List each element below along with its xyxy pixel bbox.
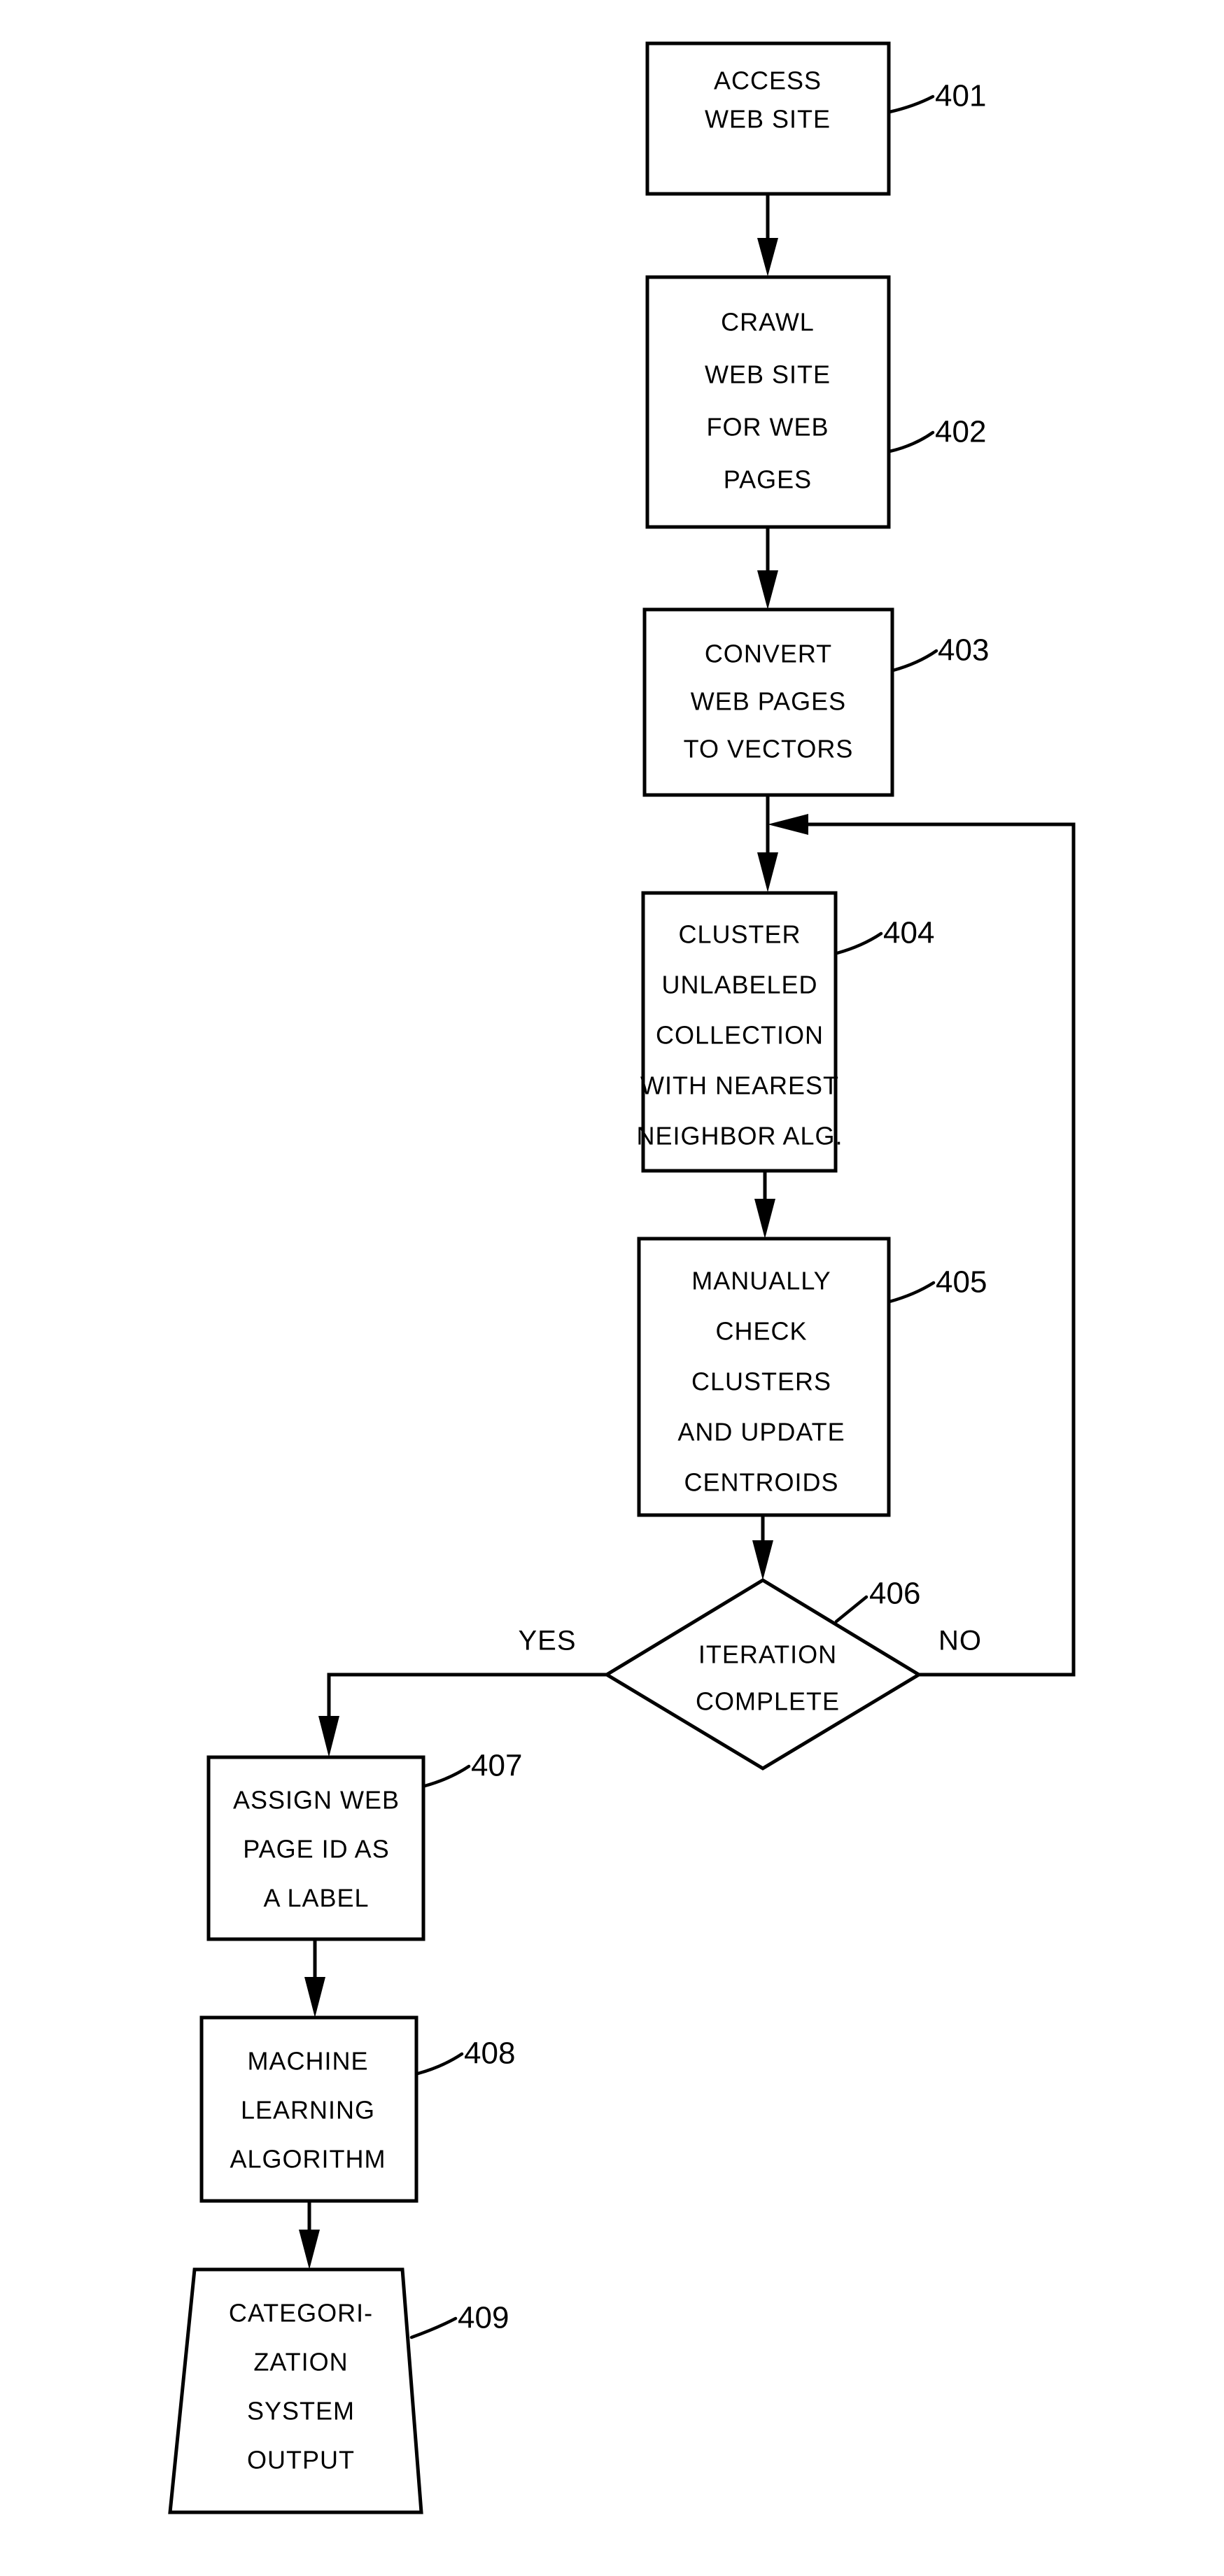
node-401-line-1: WEB SITE (705, 105, 831, 134)
ref-403-label: 403 (938, 633, 989, 668)
edge-402-403-arrowhead (757, 570, 778, 610)
node-404-line-1: UNLABELED (661, 971, 817, 999)
ref-callout-405: 405 (887, 1265, 987, 1304)
edge-403-404-arrowhead (757, 852, 778, 892)
node-409-line-0: CATEGORI- (229, 2299, 373, 2328)
branch-label-no: NO (938, 1626, 982, 1656)
node-408-line-2: ALGORITHM (230, 2145, 386, 2174)
ref-406-leader (834, 1595, 868, 1624)
node-404-line-4: NEIGHBOR ALG. (636, 1122, 843, 1150)
edge-405-406-arrowhead (752, 1540, 773, 1580)
ref-407-label: 407 (471, 1749, 522, 1783)
node-406-line-0: ITERATION (698, 1640, 837, 1669)
ref-408-label: 408 (464, 2036, 515, 2071)
edge-406-407-yes-arrowhead (318, 1716, 339, 1757)
node-404[interactable]: CLUSTER UNLABELED COLLECTION WITH NEARES… (636, 891, 843, 1173)
node-408[interactable]: MACHINE LEARNING ALGORITHM (199, 2015, 418, 2203)
node-405-line-1: CHECK (715, 1317, 807, 1346)
node-406-line-1: COMPLETE (696, 1687, 840, 1716)
ref-callout-401: 401 (887, 79, 986, 114)
node-409-line-1: ZATION (253, 2348, 348, 2377)
edge-408-409 (299, 2201, 320, 2269)
edge-404-405 (754, 1171, 775, 1239)
node-407-line-0: ASSIGN WEB (233, 1786, 400, 1815)
node-402-line-1: WEB SITE (705, 360, 831, 389)
node-402-line-2: FOR WEB (707, 413, 829, 442)
node-408-line-0: MACHINE (247, 2047, 368, 2076)
node-405-line-4: CENTROIDS (684, 1468, 838, 1497)
node-405[interactable]: MANUALLY CHECK CLUSTERS AND UPDATE CENTR… (637, 1237, 891, 1517)
edge-407-408 (304, 1939, 325, 2018)
node-403-line-0: CONVERT (705, 640, 832, 668)
node-404-line-3: WITH NEAREST (640, 1071, 839, 1100)
node-405-line-3: AND UPDATE (677, 1418, 845, 1447)
ref-callout-407: 407 (423, 1749, 522, 1788)
node-404-line-0: CLUSTER (678, 920, 801, 949)
ref-callout-402: 402 (887, 415, 986, 453)
node-403-line-2: TO VECTORS (684, 735, 854, 763)
edge-406-407-yes-path (327, 1673, 607, 1734)
ref-404-leader (835, 931, 883, 955)
edge-404-405-arrowhead (754, 1199, 775, 1239)
ref-callout-403: 403 (891, 633, 989, 673)
edge-406-404-feedback-arrowhead (768, 814, 808, 835)
node-405-line-2: CLUSTERS (691, 1367, 831, 1396)
ref-402-leader (887, 430, 935, 453)
ref-callout-409: 409 (409, 2301, 509, 2339)
node-405-line-0: MANUALLY (691, 1267, 831, 1295)
node-403[interactable]: CONVERT WEB PAGES TO VECTORS (642, 607, 894, 797)
node-402[interactable]: CRAWL WEB SITE FOR WEB PAGES (645, 275, 891, 529)
ref-408-leader (416, 2052, 464, 2076)
node-409[interactable]: CATEGORI- ZATION SYSTEM OUTPUT (168, 2267, 423, 2514)
ref-401-label: 401 (935, 79, 986, 113)
ref-402-label: 402 (935, 415, 986, 449)
ref-409-label: 409 (458, 2301, 509, 2335)
node-407[interactable]: ASSIGN WEB PAGE ID AS A LABEL (206, 1755, 425, 1941)
node-409-line-2: SYSTEM (247, 2397, 355, 2426)
edge-407-408-arrowhead (304, 1977, 325, 2018)
ref-409-leader (409, 2316, 458, 2339)
node-404-line-2: COLLECTION (656, 1021, 824, 1050)
node-402-line-3: PAGES (724, 465, 812, 494)
node-408-line-1: LEARNING (241, 2096, 375, 2125)
edge-402-403 (757, 527, 778, 610)
edge-401-402 (757, 194, 778, 276)
node-403-line-1: WEB PAGES (691, 687, 846, 716)
edge-401-402-arrowhead (757, 238, 778, 276)
edge-408-409-arrowhead (299, 2230, 320, 2269)
ref-401-leader (887, 94, 935, 114)
ref-405-leader (887, 1281, 936, 1304)
node-409-line-3: OUTPUT (247, 2446, 355, 2475)
node-402-line-0: CRAWL (721, 308, 815, 337)
ref-403-leader (891, 649, 938, 673)
figure-canvas: ACCESS WEB SITE 401 CRAWL WEB SITE FOR W… (0, 0, 1224, 2576)
ref-406-label: 406 (869, 1577, 920, 1611)
ref-callout-404: 404 (835, 916, 934, 955)
node-407-line-2: A LABEL (263, 1884, 369, 1913)
edge-405-406 (752, 1515, 773, 1580)
edge-406-407-yes (318, 1673, 607, 1757)
node-401[interactable]: ACCESS WEB SITE (645, 41, 891, 196)
ref-callout-408: 408 (416, 2036, 515, 2076)
ref-callout-406: 406 (834, 1577, 920, 1624)
node-407-line-1: PAGE ID AS (243, 1835, 389, 1864)
ref-407-leader (423, 1764, 471, 1788)
flowchart-diagram: ACCESS WEB SITE 401 CRAWL WEB SITE FOR W… (168, 41, 1076, 2514)
edge-403-404 (757, 795, 778, 892)
ref-405-label: 405 (936, 1265, 987, 1300)
node-401-line-0: ACCESS (714, 66, 822, 95)
ref-404-label: 404 (883, 916, 934, 950)
branch-label-yes: YES (518, 1626, 576, 1656)
